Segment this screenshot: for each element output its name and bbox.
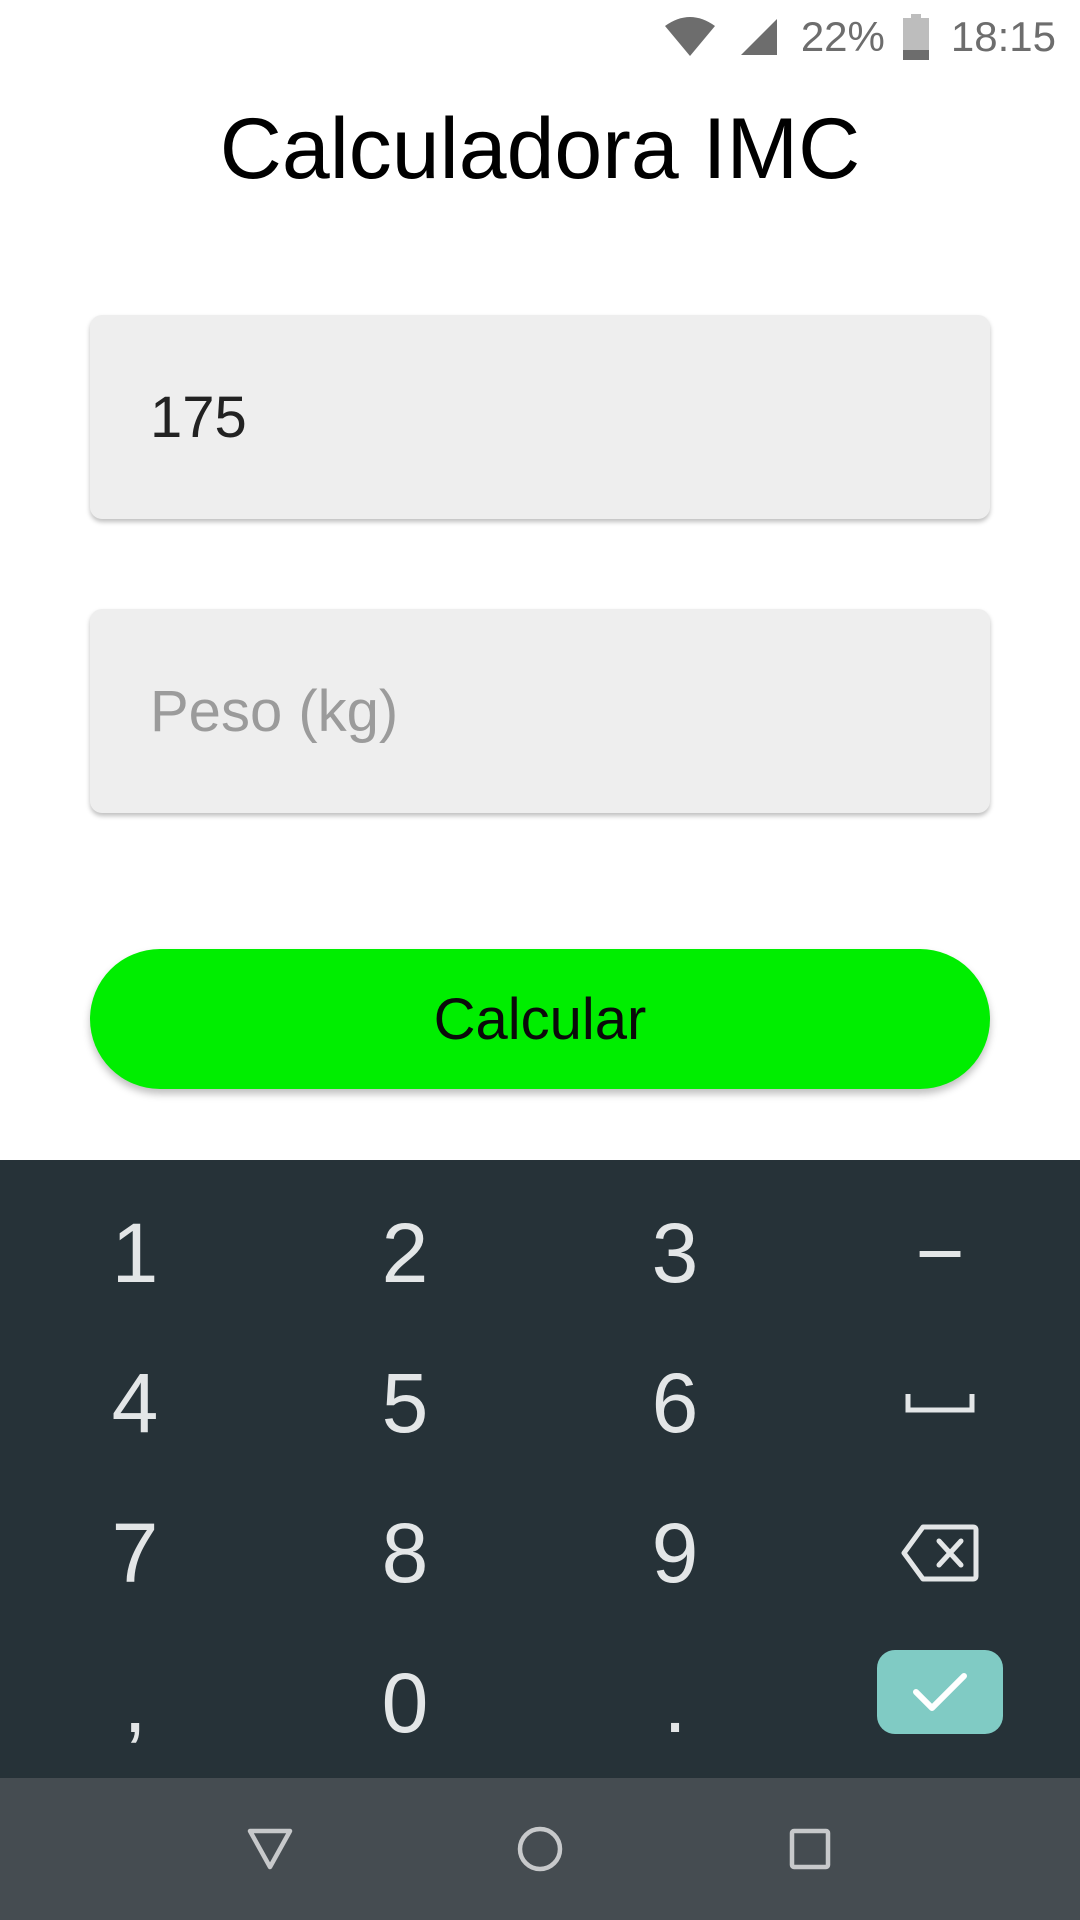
- status-bar: 22% 18:15: [0, 0, 1080, 74]
- key-4[interactable]: 4: [0, 1328, 270, 1478]
- battery-icon: [902, 14, 929, 60]
- key-8[interactable]: 8: [270, 1478, 540, 1628]
- space-icon: [905, 1394, 975, 1413]
- key-minus[interactable]: −: [805, 1178, 1075, 1328]
- backspace-icon: [901, 1524, 979, 1582]
- key-space[interactable]: [805, 1328, 1075, 1478]
- home-button[interactable]: [480, 1778, 600, 1920]
- navigation-bar: [0, 1778, 1080, 1920]
- key-0[interactable]: 0: [270, 1628, 540, 1778]
- battery-group: 22%: [801, 13, 929, 61]
- key-7[interactable]: 7: [0, 1478, 270, 1628]
- key-3[interactable]: 3: [540, 1178, 810, 1328]
- key-5[interactable]: 5: [270, 1328, 540, 1478]
- back-button[interactable]: [210, 1778, 330, 1920]
- checkmark-icon: [913, 1673, 967, 1711]
- key-backspace[interactable]: [805, 1478, 1075, 1628]
- screen: 22% 18:15 Calculadora IMC Calcular 1 2 3…: [0, 0, 1080, 1920]
- cell-signal-icon: [740, 19, 777, 55]
- height-input[interactable]: [90, 315, 990, 519]
- wifi-icon: [664, 17, 715, 56]
- key-2[interactable]: 2: [270, 1178, 540, 1328]
- page-title: Calculadora IMC: [219, 101, 861, 197]
- clock: 18:15: [950, 13, 1056, 60]
- calculate-button[interactable]: Calcular: [90, 949, 990, 1089]
- key-6[interactable]: 6: [540, 1328, 810, 1478]
- battery-percent: 22%: [800, 13, 885, 60]
- weight-input[interactable]: [90, 609, 990, 813]
- key-1[interactable]: 1: [0, 1178, 270, 1328]
- key-comma[interactable]: ,: [0, 1628, 270, 1778]
- back-icon: [247, 1828, 293, 1870]
- recents-icon: [789, 1828, 831, 1870]
- key-9[interactable]: 9: [540, 1478, 810, 1628]
- key-period[interactable]: .: [540, 1628, 810, 1778]
- numeric-keyboard: 1 2 3 − 4 5 6 7 8 9 , 0 .: [0, 1160, 1080, 1778]
- done-key[interactable]: [877, 1650, 1003, 1734]
- home-icon: [517, 1826, 563, 1872]
- recents-button[interactable]: [750, 1778, 870, 1920]
